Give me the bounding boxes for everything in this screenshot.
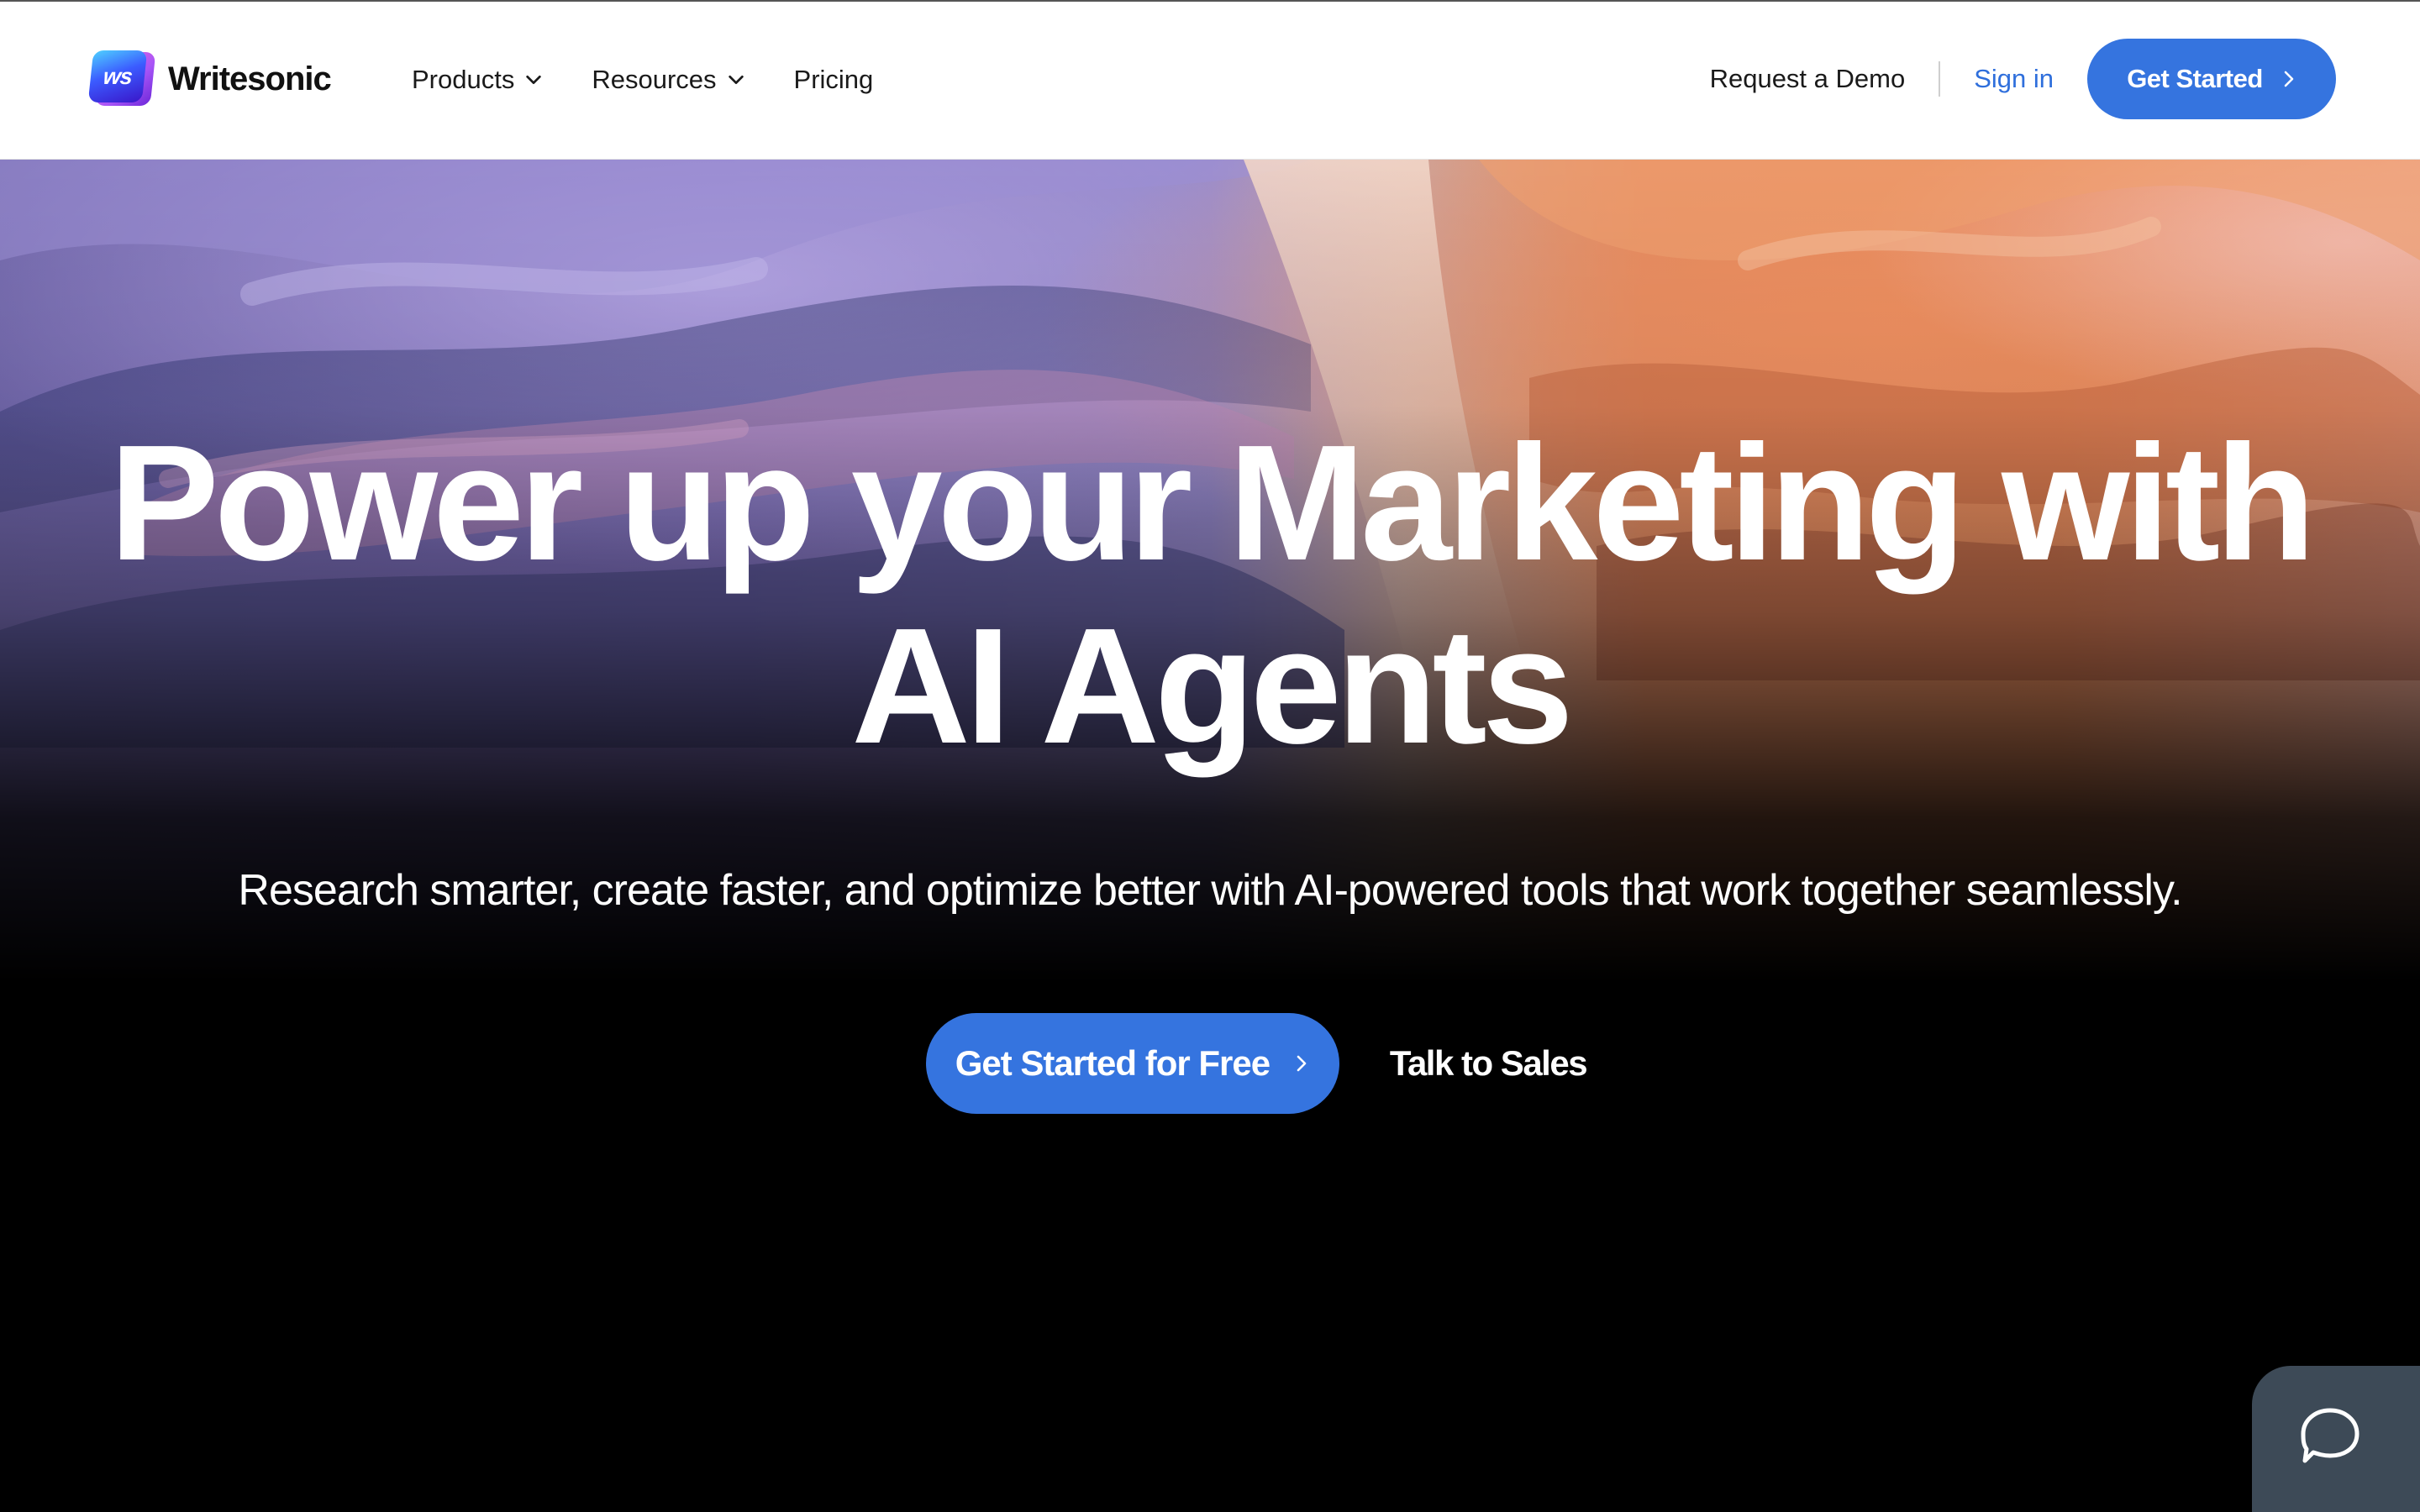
hero-subtitle: Research smarter, create faster, and opt…	[238, 866, 2182, 915]
logo-mark-icon: ws	[87, 49, 156, 109]
request-demo-link[interactable]: Request a Demo	[1710, 64, 1906, 94]
chevron-down-icon	[526, 75, 542, 85]
hero-headline-line-2: AI Agents	[851, 594, 1573, 778]
chevron-right-icon	[2284, 71, 2294, 87]
nav-item-label: Pricing	[793, 65, 874, 94]
hero-cta-row: Get Started for Free Talk to Sales	[0, 1013, 2420, 1114]
writesonic-logo[interactable]: ws Writesonic	[87, 47, 332, 111]
chevron-right-icon	[1297, 1055, 1307, 1072]
chevron-down-icon	[728, 75, 744, 85]
nav-item-label: Resources	[592, 65, 717, 94]
logo-mark-text: ws	[87, 50, 148, 102]
main-nav: Products Resources Pricing	[412, 54, 922, 106]
nav-item-resources[interactable]: Resources	[592, 65, 744, 95]
hero-section: Power up your Marketing with AI Agents R…	[0, 160, 2420, 1512]
hero-headline-line-1: Power up your Marketing with	[109, 411, 2316, 595]
get-started-free-label: Get Started for Free	[955, 1043, 1270, 1083]
sign-in-link[interactable]: Sign in	[1974, 64, 2054, 94]
talk-to-sales-link[interactable]: Talk to Sales	[1390, 1043, 1588, 1084]
nav-divider	[1939, 61, 1941, 97]
nav-item-products[interactable]: Products	[412, 65, 543, 95]
get-started-label: Get Started	[2127, 64, 2263, 93]
get-started-free-button[interactable]: Get Started for Free	[925, 1013, 1339, 1114]
nav-item-label: Products	[412, 65, 515, 94]
chat-bubble-icon	[2301, 1408, 2360, 1463]
nav-actions: Request a Demo Sign in Get Started	[1710, 39, 2336, 119]
get-started-button[interactable]: Get Started	[2087, 39, 2336, 119]
chat-widget-button[interactable]	[2252, 1366, 2420, 1512]
top-navbar: ws Writesonic Products Resources Pricing…	[0, 0, 2420, 160]
nav-item-pricing[interactable]: Pricing	[794, 65, 874, 95]
brand-name: Writesonic	[168, 60, 332, 97]
hero-headline: Power up your Marketing with AI Agents	[0, 412, 2420, 778]
